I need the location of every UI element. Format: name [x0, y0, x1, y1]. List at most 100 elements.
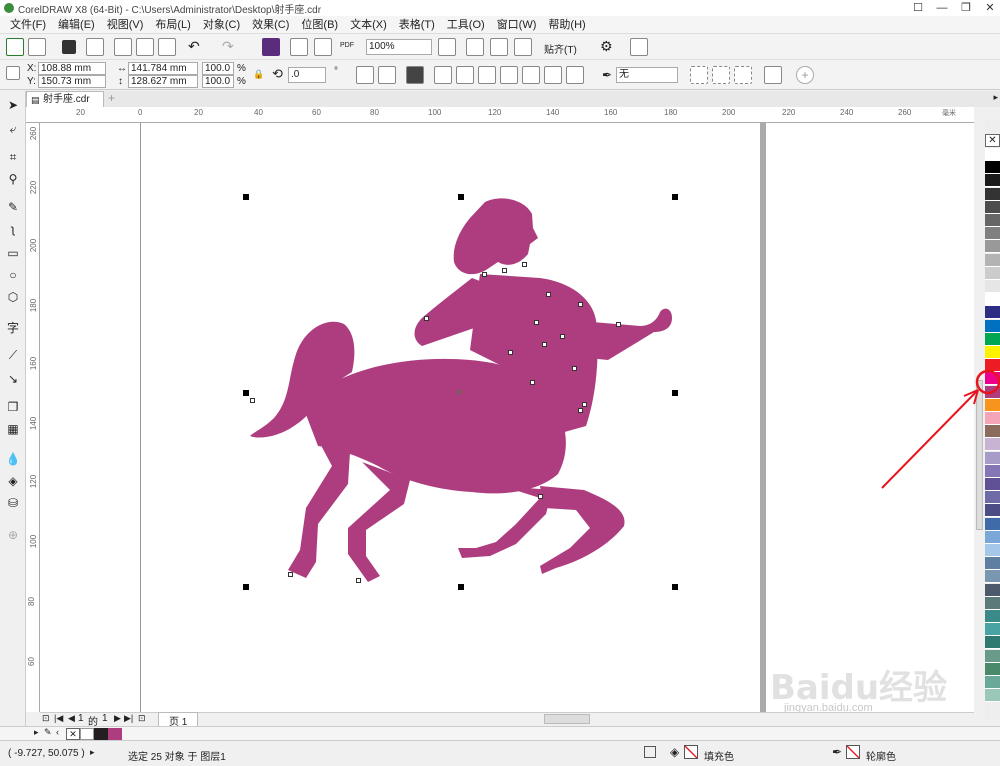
- parallel-dimension-icon[interactable]: ⟋: [5, 347, 21, 363]
- palette-swatch[interactable]: [985, 517, 1000, 531]
- x-position-input[interactable]: 108.88 mm: [38, 62, 106, 75]
- object-node[interactable]: [288, 572, 293, 577]
- ellipse-tool-icon[interactable]: ○: [5, 267, 21, 283]
- export-icon[interactable]: [314, 38, 332, 56]
- menu-edit[interactable]: 编辑(E): [52, 16, 101, 34]
- first-page-icon[interactable]: |◀: [54, 713, 63, 724]
- menu-layout[interactable]: 布局(L): [149, 16, 196, 34]
- outline-width-select[interactable]: 无: [616, 67, 678, 83]
- wrap-text-icon[interactable]: [712, 66, 730, 84]
- open-icon[interactable]: [28, 38, 46, 56]
- close-button[interactable]: ✕: [978, 0, 1000, 16]
- palette-swatch[interactable]: [985, 504, 1000, 518]
- palette-swatch[interactable]: [985, 583, 1000, 597]
- vertical-ruler[interactable]: 260 220 200 180 160 140 120 100 80 60: [26, 123, 40, 712]
- copy-icon[interactable]: [136, 38, 154, 56]
- rotation-center-icon[interactable]: ✕: [456, 388, 463, 397]
- paste-icon[interactable]: [158, 38, 176, 56]
- palette-swatch[interactable]: [985, 662, 1000, 676]
- object-node[interactable]: [250, 398, 255, 403]
- import-icon[interactable]: [290, 38, 308, 56]
- front-minus-back-icon[interactable]: [522, 66, 540, 84]
- align-distribute-icon[interactable]: [764, 66, 782, 84]
- fill-color-swatch[interactable]: [684, 745, 698, 759]
- y-position-input[interactable]: 150.73 mm: [38, 75, 106, 88]
- transparency-tool-icon[interactable]: ▦: [5, 421, 21, 437]
- object-node[interactable]: [578, 302, 583, 307]
- combine-icon[interactable]: [406, 66, 424, 84]
- palette-swatch[interactable]: [985, 214, 1000, 227]
- palette-swatch[interactable]: [985, 187, 1000, 201]
- menu-effects[interactable]: 效果(C): [246, 16, 295, 34]
- selection-handle-bottom-right[interactable]: [672, 584, 678, 590]
- pick-tool-icon[interactable]: ➤: [5, 97, 21, 113]
- object-node[interactable]: [578, 408, 583, 413]
- palette-swatch[interactable]: [985, 689, 1000, 703]
- drop-shadow-icon[interactable]: ❐: [5, 399, 21, 415]
- eyedropper-icon[interactable]: 💧: [5, 451, 21, 467]
- menu-view[interactable]: 视图(V): [101, 16, 150, 34]
- publish-pdf-icon[interactable]: PDF: [338, 38, 356, 56]
- snap-to-dropdown[interactable]: 贴齐(T): [544, 41, 577, 56]
- create-boundary-icon[interactable]: [566, 66, 584, 84]
- search-content-icon[interactable]: [262, 38, 280, 56]
- palette-swatch[interactable]: [985, 148, 1000, 161]
- menu-file[interactable]: 文件(F): [4, 16, 52, 34]
- horizontal-ruler[interactable]: 20 0 20 40 60 80 100 120 140 160 180 200…: [26, 107, 974, 123]
- palette-swatch[interactable]: [985, 266, 1000, 280]
- object-node[interactable]: [424, 316, 429, 321]
- options-gear-icon[interactable]: ⚙: [600, 38, 618, 56]
- horizontal-scroll-thumb[interactable]: [544, 714, 590, 724]
- text-tool-icon[interactable]: 字: [5, 319, 21, 335]
- selection-handle-middle-right[interactable]: [672, 390, 678, 396]
- trim-icon[interactable]: [456, 66, 474, 84]
- object-node[interactable]: [542, 342, 547, 347]
- scale-width-input[interactable]: 100.0: [202, 62, 234, 75]
- menu-bitmap[interactable]: 位图(B): [295, 16, 344, 34]
- palette-swatch[interactable]: [985, 161, 1000, 175]
- palette-scroll-left-icon[interactable]: ‹: [56, 727, 59, 737]
- palette-arrow-icon[interactable]: ▸: [34, 727, 39, 738]
- page-first-icon[interactable]: ⊡: [42, 713, 50, 724]
- object-node[interactable]: [534, 320, 539, 325]
- palette-swatch[interactable]: [985, 636, 1000, 650]
- object-node[interactable]: [560, 334, 565, 339]
- break-apart-icon[interactable]: [734, 66, 752, 84]
- menu-text[interactable]: 文本(X): [344, 16, 393, 34]
- object-node[interactable]: [530, 380, 535, 385]
- rotation-angle-input[interactable]: .0: [288, 67, 326, 83]
- document-tab[interactable]: ▤ 射手座.cdr: [26, 91, 104, 107]
- palette-swatch[interactable]: [985, 253, 1000, 267]
- intersect-icon[interactable]: [478, 66, 496, 84]
- selection-handle-top-right[interactable]: [672, 194, 678, 200]
- object-node[interactable]: [538, 494, 543, 499]
- save-icon[interactable]: [62, 40, 76, 54]
- smart-fill-icon[interactable]: ⛁: [5, 495, 21, 511]
- selection-handle-bottom-left[interactable]: [243, 584, 249, 590]
- restore-button[interactable]: ❐: [954, 0, 978, 16]
- white-swatch[interactable]: [80, 728, 94, 740]
- palette-swatch[interactable]: [985, 623, 1000, 637]
- artistic-media-icon[interactable]: ʅ: [5, 221, 21, 237]
- menu-help[interactable]: 帮助(H): [542, 16, 591, 34]
- scale-height-input[interactable]: 100.0: [202, 75, 234, 88]
- full-screen-icon[interactable]: [438, 38, 456, 56]
- object-node[interactable]: [546, 292, 551, 297]
- selection-handle-middle-left[interactable]: [243, 390, 249, 396]
- color-profile-icon[interactable]: [644, 746, 656, 758]
- redo-icon[interactable]: ↷: [222, 38, 240, 56]
- mirror-vertical-icon[interactable]: [378, 66, 396, 84]
- palette-swatch[interactable]: [985, 227, 1000, 241]
- object-node[interactable]: [572, 366, 577, 371]
- object-node[interactable]: [616, 322, 621, 327]
- add-page-icon[interactable]: ⊡: [138, 713, 146, 724]
- palette-swatch[interactable]: [985, 570, 1000, 584]
- no-color-swatch[interactable]: ✕: [985, 134, 1000, 147]
- selection-handle-top-left[interactable]: [243, 194, 249, 200]
- show-rulers-icon[interactable]: [466, 38, 484, 56]
- palette-eyedropper-icon[interactable]: ✎: [44, 727, 52, 738]
- weld-icon[interactable]: [434, 66, 452, 84]
- lock-ratio-icon[interactable]: 🔒: [253, 69, 264, 80]
- black-swatch[interactable]: [94, 728, 108, 740]
- no-color-swatch[interactable]: ✕: [66, 728, 80, 740]
